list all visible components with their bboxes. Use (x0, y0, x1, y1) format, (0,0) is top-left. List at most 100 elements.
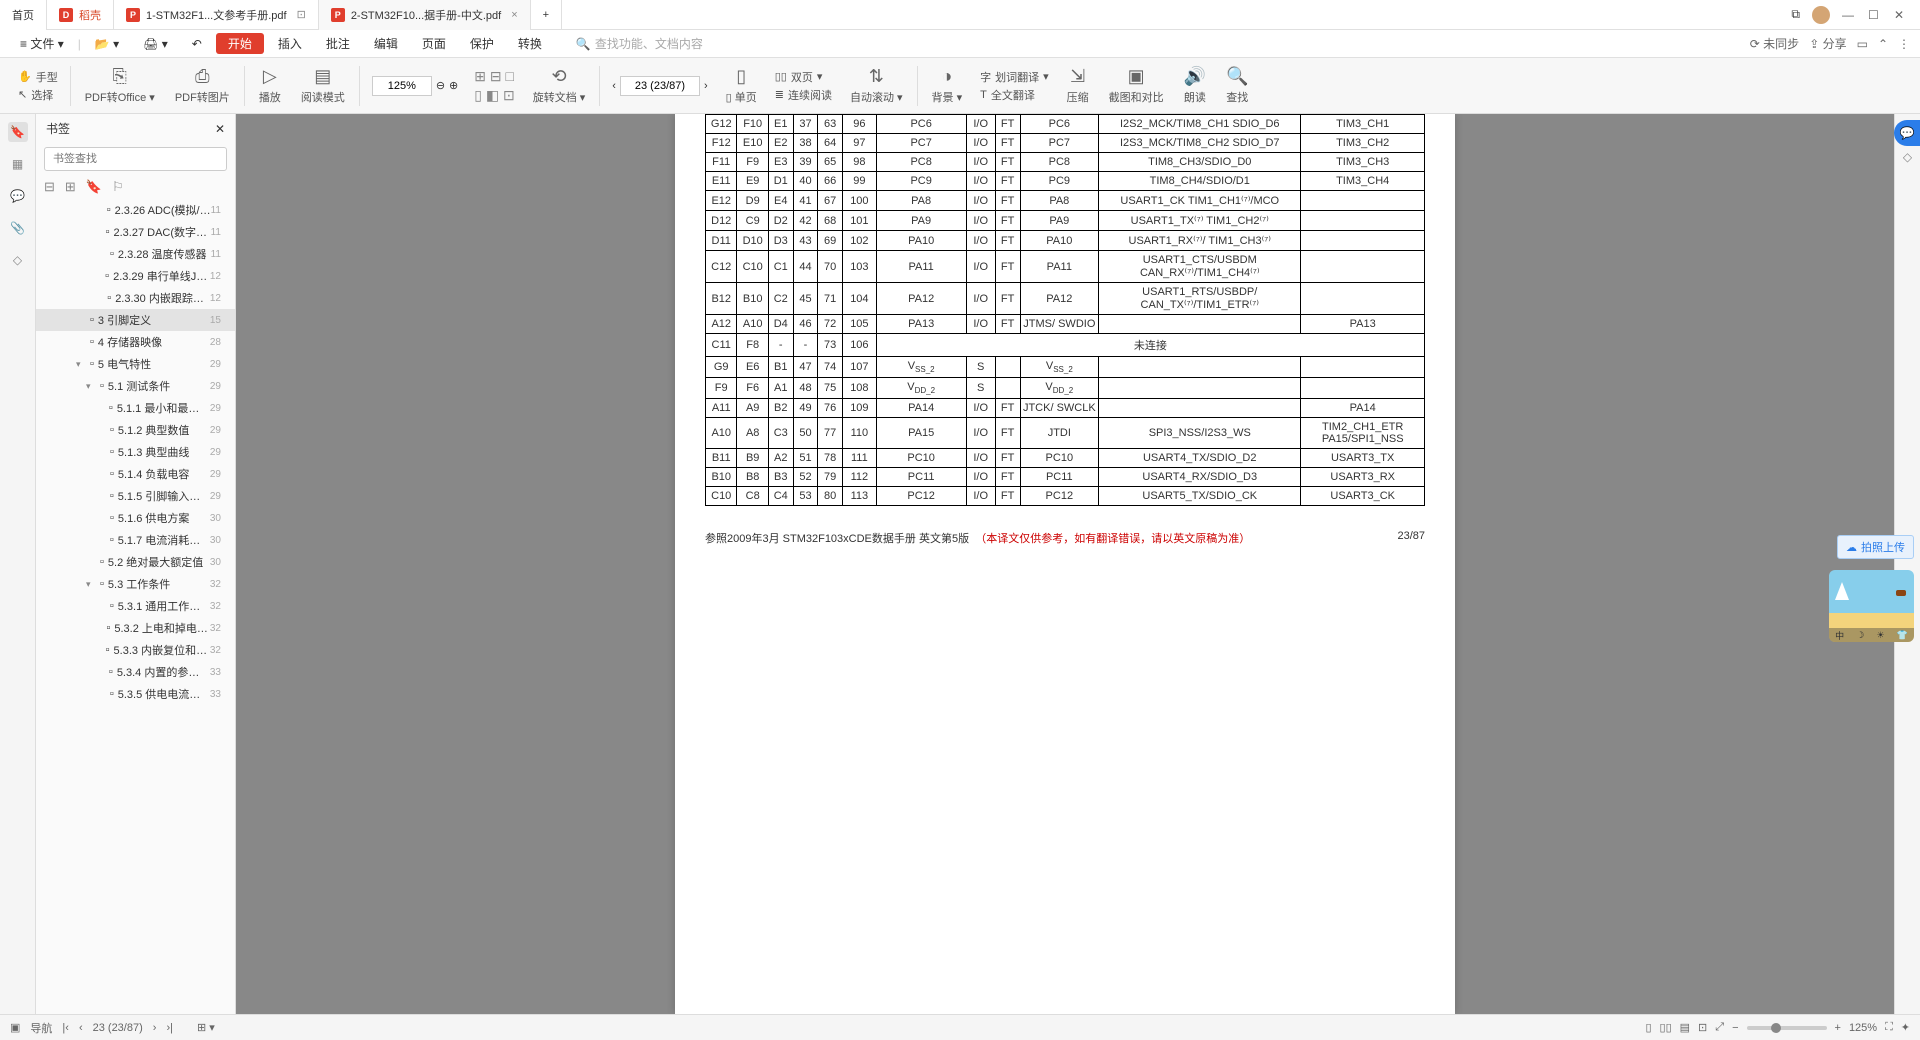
tree-item[interactable]: ▫3 引脚定义15 (36, 309, 235, 331)
zoom-slider[interactable] (1747, 1026, 1827, 1030)
settings-icon[interactable]: ▭ (1857, 37, 1868, 51)
tree-item[interactable]: ▫2.3.30 内嵌跟踪模块(ETM)12 (36, 287, 235, 309)
menu-start[interactable]: 开始 (216, 33, 264, 54)
share-button[interactable]: ⇪ 分享 (1809, 35, 1846, 52)
print-icon[interactable]: 🖨 ▾ (133, 35, 178, 53)
bookmark-add-icon[interactable]: 🔖 (86, 179, 102, 195)
zoom-in-icon[interactable]: + (1835, 1022, 1841, 1034)
close-icon[interactable]: ⊡ (297, 8, 306, 21)
maximize-icon[interactable]: ☐ (1868, 8, 1882, 22)
tree-item[interactable]: ▫5.1.3 典型曲线29 (36, 441, 235, 463)
zoom-out-icon[interactable]: − (1732, 1022, 1738, 1034)
more-icon[interactable]: ⋮ (1898, 37, 1910, 51)
fit-icon[interactable]: ⤢ (1715, 1021, 1724, 1034)
expand-icon[interactable]: ⊞ (65, 179, 76, 195)
tree-item[interactable]: ▫2.3.26 ADC(模拟/数字转换器)11 (36, 199, 235, 221)
word-translate[interactable]: 字 划词翻译 ▾ (980, 69, 1049, 85)
bookmark-icon[interactable]: 🔖 (8, 122, 28, 142)
first-page-icon[interactable]: |‹ (62, 1022, 69, 1034)
prev-page-icon[interactable]: ‹ (612, 80, 616, 92)
double-page[interactable]: ▯▯ 双页 ▾ (775, 69, 832, 85)
global-search[interactable]: 🔍 查找功能、文档内容 (576, 35, 703, 52)
prev-page-icon[interactable]: ‹ (79, 1022, 83, 1034)
menu-insert[interactable]: 插入 (268, 33, 312, 54)
tree-item[interactable]: ▾▫5 电气特性29 (36, 353, 235, 375)
hand-mode[interactable]: ✋ 手型 (18, 69, 58, 85)
sidebar-toggle-icon[interactable]: ▣ (10, 1021, 20, 1034)
rotate-button[interactable]: ⟲旋转文档 ▾ (523, 66, 596, 105)
tree-item[interactable]: ▫4 存储器映像28 (36, 331, 235, 353)
page-indicator[interactable]: 23 (23/87) (93, 1022, 143, 1034)
fit-page-icon[interactable]: ▯ ◧ ⊡ (474, 87, 514, 104)
comment-icon[interactable]: 💬 (8, 186, 28, 206)
menu-convert[interactable]: 转换 (508, 33, 552, 54)
menu-annotate[interactable]: 批注 (316, 33, 360, 54)
photo-upload[interactable]: ☁ 拍照上传 (1837, 535, 1914, 559)
shapes-icon[interactable]: ◇ (8, 250, 28, 270)
close-icon[interactable]: ✕ (1894, 8, 1908, 22)
new-tab[interactable]: + (531, 0, 562, 30)
tree-item[interactable]: ▫5.3.3 内嵌复位和电源控制模块特性32 (36, 639, 235, 661)
menu-page[interactable]: 页面 (412, 33, 456, 54)
attachment-icon[interactable]: 📎 (8, 218, 28, 238)
zoom-value[interactable]: 125% (1849, 1022, 1877, 1034)
play-button[interactable]: ▷播放 (249, 66, 291, 105)
tab-pdf2[interactable]: P2-STM32F10...据手册-中文.pdf× (319, 0, 531, 30)
next-page-icon[interactable]: › (704, 80, 708, 92)
tree-item[interactable]: ▫5.2 绝对最大额定值30 (36, 551, 235, 573)
tree-item[interactable]: ▫5.1.5 引脚输入电压29 (36, 485, 235, 507)
tree-item[interactable]: ▫2.3.28 温度传感器11 (36, 243, 235, 265)
sync-status[interactable]: ⟳ 未同步 (1750, 35, 1799, 52)
thumbnail-icon[interactable]: ▦ (8, 154, 28, 174)
tab-pdf1[interactable]: P1-STM32F1...文参考手册.pdf⊡ (114, 0, 319, 30)
tts[interactable]: 🔊朗读 (1174, 66, 1216, 105)
bookmark-alt-icon[interactable]: ⚐ (112, 179, 124, 195)
fit-width-icon[interactable]: ⊞ ⊟ □ (474, 68, 514, 85)
view-icon-2[interactable]: ▯▯ (1660, 1021, 1672, 1034)
last-page-icon[interactable]: ›| (166, 1022, 173, 1034)
tree-item[interactable]: ▫5.1.6 供电方案30 (36, 507, 235, 529)
float-widget[interactable]: 中☽☀👕 (1829, 570, 1914, 642)
float-badge[interactable]: 💬 (1894, 120, 1920, 146)
zoom-in-icon[interactable]: ⊕ (449, 79, 458, 92)
find[interactable]: 🔍查找 (1216, 66, 1258, 105)
single-page[interactable]: ▯▯ 单页 (716, 66, 767, 105)
close-icon[interactable]: × (511, 9, 517, 21)
tree-item[interactable]: ▫5.3.1 通用工作条件32 (36, 595, 235, 617)
chevron-up-icon[interactable]: ⌃ (1878, 37, 1888, 51)
tab-app[interactable]: D稻壳 (47, 0, 114, 30)
menu-protect[interactable]: 保护 (460, 33, 504, 54)
document-viewport[interactable]: G12F10E1376396PC6I/OFTPC6I2S2_MCK/TIM8_C… (236, 114, 1894, 1014)
nav-label[interactable]: 导航 (30, 1020, 52, 1036)
tree-item[interactable]: ▫5.1.7 电流消耗测量30 (36, 529, 235, 551)
auto-scroll[interactable]: ⇅自动滚动 ▾ (840, 66, 913, 105)
open-icon[interactable]: 📂 ▾ (85, 35, 129, 53)
pdf-to-office[interactable]: ⎘PDF转Office ▾ (75, 66, 165, 105)
next-page-icon[interactable]: › (153, 1022, 157, 1034)
tree-item[interactable]: ▫5.3.2 上电和掉电时的工作条件32 (36, 617, 235, 639)
crop-compare[interactable]: ▣截图和对比 (1099, 66, 1174, 105)
tree-item[interactable]: ▫5.1.2 典型数值29 (36, 419, 235, 441)
full-translate[interactable]: T 全文翻译 (980, 87, 1049, 103)
view-icon-3[interactable]: ▤ (1680, 1021, 1690, 1034)
tree-item[interactable]: ▫2.3.27 DAC(数字至模拟信号转换器)11 (36, 221, 235, 243)
select-mode[interactable]: ↖ 选择 (18, 87, 58, 103)
tree-item[interactable]: ▾▫5.1 测试条件29 (36, 375, 235, 397)
menu-hamburger[interactable]: ≡ 文件 ▾ (10, 33, 74, 54)
compress[interactable]: ⇲压缩 (1057, 66, 1099, 105)
sidebar-close-icon[interactable]: ✕ (215, 122, 225, 136)
tree-item[interactable]: ▫5.3.5 供电电流特性33 (36, 683, 235, 705)
right-icon-2[interactable]: ◇ (1903, 150, 1912, 164)
collapse-icon[interactable]: ⊟ (44, 179, 55, 195)
pdf-to-pic[interactable]: ⎙PDF转图片 (165, 66, 240, 105)
bookmark-search[interactable] (44, 147, 227, 171)
tree-item[interactable]: ▾▫5.3 工作条件32 (36, 573, 235, 595)
tree-item[interactable]: ▫2.3.29 串行单线JTAG调试口(SWJ-DP)12 (36, 265, 235, 287)
notif-icon[interactable]: ⧉ (1791, 7, 1800, 22)
grid-icon[interactable]: ⊞ ▾ (197, 1021, 215, 1034)
tree-item[interactable]: ▫5.1.4 负载电容29 (36, 463, 235, 485)
view-icon-1[interactable]: ▯ (1645, 1021, 1651, 1034)
avatar[interactable] (1812, 6, 1830, 24)
background[interactable]: ◑背景 ▾ (922, 66, 973, 105)
page-input[interactable] (620, 76, 700, 96)
